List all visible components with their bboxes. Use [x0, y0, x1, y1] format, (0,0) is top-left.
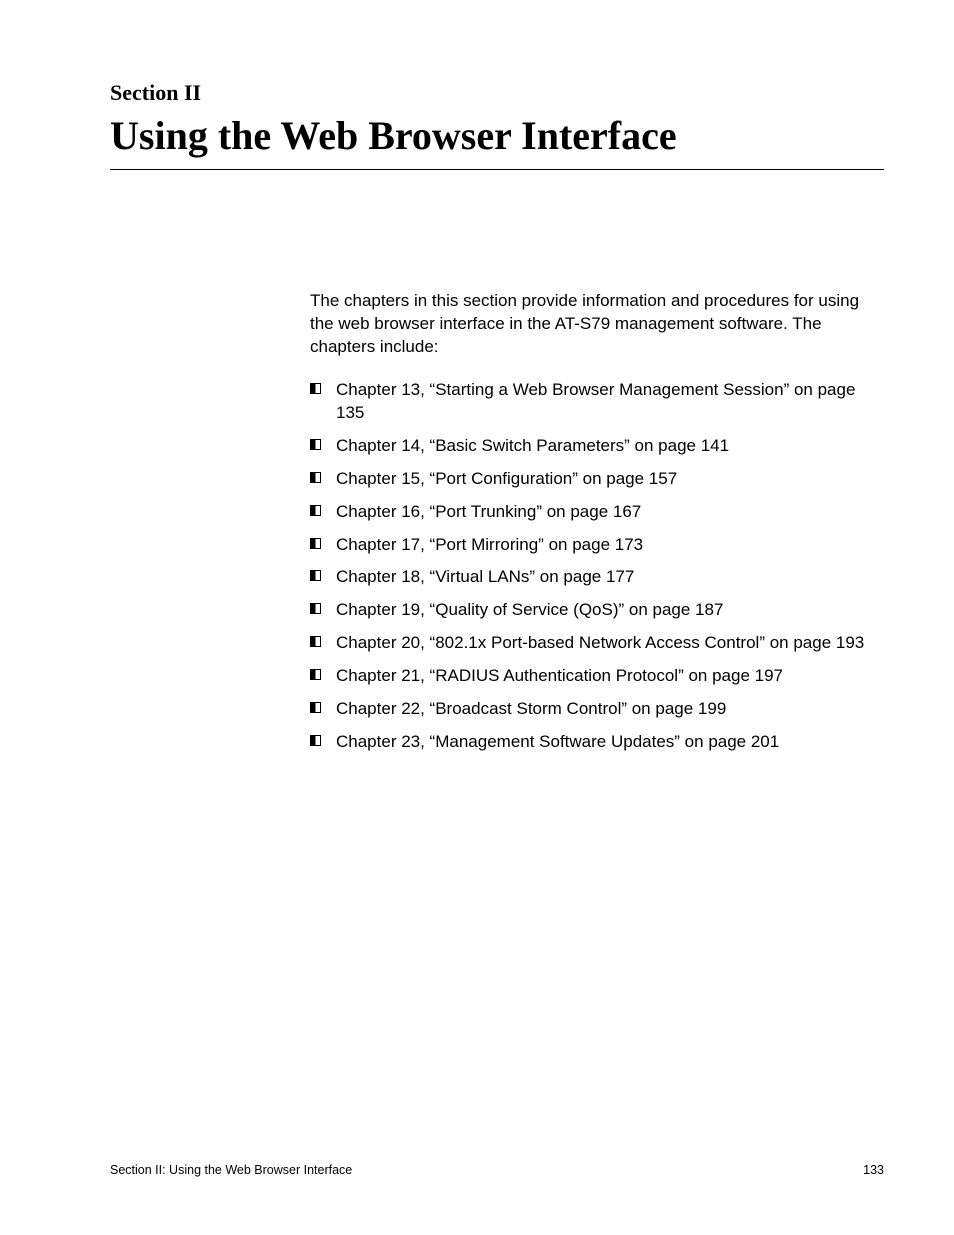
bullet-icon [310, 505, 321, 516]
list-item-text: Chapter 14, “Basic Switch Parameters” on… [336, 436, 729, 455]
list-item: Chapter 13, “Starting a Web Browser Mana… [310, 379, 874, 425]
bullet-icon [310, 636, 321, 647]
bullet-icon [310, 439, 321, 450]
list-item: Chapter 22, “Broadcast Storm Control” on… [310, 698, 874, 721]
list-item-text: Chapter 18, “Virtual LANs” on page 177 [336, 567, 634, 586]
list-item: Chapter 23, “Management Software Updates… [310, 731, 874, 754]
bullet-icon [310, 570, 321, 581]
intro-paragraph: The chapters in this section provide inf… [310, 290, 874, 359]
bullet-icon [310, 383, 321, 394]
list-item: Chapter 21, “RADIUS Authentication Proto… [310, 665, 874, 688]
footer-section-text: Section II: Using the Web Browser Interf… [110, 1163, 352, 1177]
list-item-text: Chapter 20, “802.1x Port-based Network A… [336, 633, 864, 652]
bullet-icon [310, 702, 321, 713]
chapter-list: Chapter 13, “Starting a Web Browser Mana… [310, 379, 874, 754]
list-item-text: Chapter 21, “RADIUS Authentication Proto… [336, 666, 783, 685]
list-item: Chapter 17, “Port Mirroring” on page 173 [310, 534, 874, 557]
list-item-text: Chapter 19, “Quality of Service (QoS)” o… [336, 600, 723, 619]
bullet-icon [310, 603, 321, 614]
list-item: Chapter 16, “Port Trunking” on page 167 [310, 501, 874, 524]
list-item-text: Chapter 15, “Port Configuration” on page… [336, 469, 677, 488]
bullet-icon [310, 538, 321, 549]
content-block: The chapters in this section provide inf… [310, 290, 874, 754]
list-item: Chapter 18, “Virtual LANs” on page 177 [310, 566, 874, 589]
list-item: Chapter 19, “Quality of Service (QoS)” o… [310, 599, 874, 622]
page-title: Using the Web Browser Interface [110, 112, 884, 170]
list-item-text: Chapter 17, “Port Mirroring” on page 173 [336, 535, 643, 554]
list-item-text: Chapter 13, “Starting a Web Browser Mana… [336, 380, 855, 422]
list-item: Chapter 20, “802.1x Port-based Network A… [310, 632, 874, 655]
list-item-text: Chapter 16, “Port Trunking” on page 167 [336, 502, 641, 521]
list-item-text: Chapter 22, “Broadcast Storm Control” on… [336, 699, 726, 718]
bullet-icon [310, 669, 321, 680]
list-item-text: Chapter 23, “Management Software Updates… [336, 732, 779, 751]
bullet-icon [310, 472, 321, 483]
document-page: Section II Using the Web Browser Interfa… [0, 0, 954, 1235]
footer-page-number: 133 [863, 1163, 884, 1177]
page-footer: Section II: Using the Web Browser Interf… [110, 1163, 884, 1177]
bullet-icon [310, 735, 321, 746]
list-item: Chapter 15, “Port Configuration” on page… [310, 468, 874, 491]
list-item: Chapter 14, “Basic Switch Parameters” on… [310, 435, 874, 458]
section-label: Section II [110, 80, 884, 106]
